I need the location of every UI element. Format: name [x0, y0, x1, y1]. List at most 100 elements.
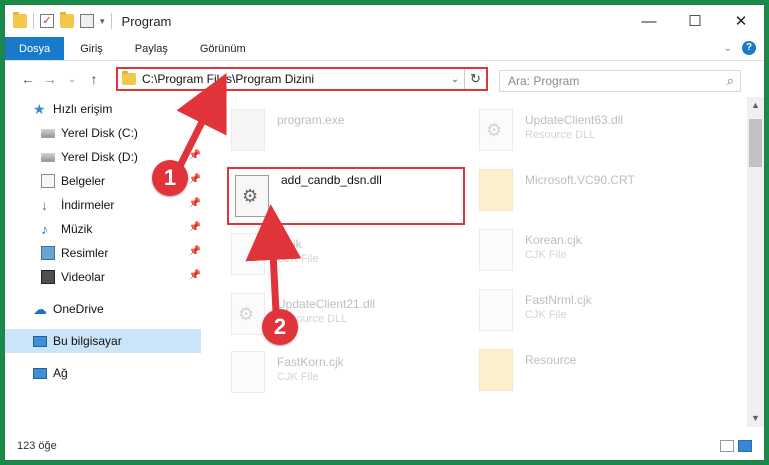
file-type: CJK File [525, 309, 567, 321]
file-name: FastNrml.cjk [525, 293, 592, 307]
tab-home[interactable]: Giriş [64, 37, 119, 60]
view-options-icon[interactable] [80, 14, 94, 28]
sidebar-item-label: Belgeler [61, 174, 106, 188]
sidebar-item-music[interactable]: ♪ Müzik 📌 [5, 217, 201, 241]
view-switcher [720, 440, 752, 452]
search-icon[interactable]: ⌕ [727, 73, 734, 89]
search-input[interactable]: Ara: Program ⌕ [499, 70, 741, 92]
address-dropdown-icon[interactable]: ⌄ [446, 74, 464, 85]
file-item[interactable]: d.cjk CJK File [231, 227, 471, 287]
file-name: UpdateClient21.dll [277, 297, 376, 311]
file-icon [231, 233, 265, 275]
file-item[interactable]: Korean.cjk CJK File [479, 223, 719, 283]
address-path[interactable]: C:\Program Files\Program Dizini [142, 72, 446, 86]
up-arrow-icon[interactable]: ↑ [83, 71, 105, 87]
tab-view[interactable]: Görünüm [184, 37, 262, 60]
step-1-badge: 1 [152, 160, 188, 196]
vertical-scrollbar[interactable]: ▲ ▼ [747, 97, 764, 427]
file-item[interactable]: program.exe [231, 103, 471, 163]
file-name: Microsoft.VC90.CRT [525, 173, 635, 187]
sidebar-item-pictures[interactable]: Resimler 📌 [5, 241, 201, 265]
refresh-icon[interactable]: ↻ [464, 69, 486, 89]
scroll-down-icon[interactable]: ▼ [747, 410, 764, 427]
sidebar-item-onedrive[interactable]: ☁ OneDrive [5, 297, 201, 321]
large-icons-view-icon[interactable] [738, 440, 752, 452]
tab-file[interactable]: Dosya [5, 37, 65, 60]
file-name: add_candb_dsn.dll [281, 173, 382, 187]
navigation-bar: ← → ⌄ ↑ C:\Program Files\Program Dizini … [5, 61, 764, 97]
pin-icon: 📌 [188, 270, 201, 281]
sidebar-item-videos[interactable]: Videolar 📌 [5, 265, 201, 289]
close-button[interactable]: ✕ [718, 5, 764, 37]
toolbar-divider [33, 13, 34, 29]
file-icon [479, 289, 513, 331]
maximize-button[interactable]: ☐ [672, 5, 718, 37]
minimize-button[interactable]: — [626, 5, 672, 37]
folder-icon [479, 169, 513, 211]
sidebar-item-label: Bu bilgisayar [53, 334, 122, 348]
drive-icon [41, 128, 55, 138]
sidebar-item-local-disk-c[interactable]: Yerel Disk (C:) [5, 121, 201, 145]
pin-icon: 📌 [188, 222, 201, 233]
expand-ribbon-icon[interactable]: ⌄ [724, 43, 732, 54]
scroll-thumb[interactable] [749, 119, 762, 167]
properties-checkmark-icon[interactable]: ✓ [40, 14, 54, 28]
window-controls: — ☐ ✕ [626, 5, 764, 37]
network-icon [33, 367, 47, 379]
file-name: Korean.cjk [525, 233, 582, 247]
recent-locations-icon[interactable]: ⌄ [61, 74, 83, 85]
file-type: CJK File [277, 371, 319, 383]
file-name: program.exe [277, 113, 345, 127]
navigation-pane: ★ Hızlı erişim Yerel Disk (C:) Yerel Dis… [5, 97, 201, 427]
folder-item[interactable]: Resource [479, 343, 719, 403]
sidebar-item-label: Yerel Disk (D:) [61, 150, 138, 164]
file-name: d.cjk [277, 237, 302, 251]
details-view-icon[interactable] [720, 440, 734, 452]
file-type: CJK File [277, 253, 319, 265]
document-icon [41, 174, 55, 188]
window-title: Program [121, 13, 172, 29]
customize-toolbar-icon[interactable]: ▾ [100, 16, 105, 27]
file-item[interactable]: FastNrml.cjk CJK File [479, 283, 719, 343]
exe-file-icon [231, 109, 265, 151]
music-icon: ♪ [41, 221, 48, 237]
file-item[interactable]: FastKorn.cjk CJK File [231, 345, 471, 405]
download-icon: ↓ [41, 197, 48, 213]
pin-icon: 📌 [188, 246, 201, 257]
file-item[interactable]: UpdateClient63.dll Resource DLL [479, 103, 719, 163]
forward-arrow-icon[interactable]: → [39, 71, 61, 87]
file-name: Resource [525, 353, 577, 367]
ribbon-tabs: Dosya Giriş Paylaş Görünüm ⌄ ? [5, 37, 764, 61]
sidebar-item-this-pc[interactable]: Bu bilgisayar [5, 329, 201, 353]
sidebar-item-label: Hızlı erişim [53, 102, 113, 116]
pin-icon: 📌 [188, 150, 201, 161]
tab-share[interactable]: Paylaş [119, 37, 184, 60]
folder-icon [13, 12, 27, 28]
file-item-highlighted[interactable]: add_candb_dsn.dll [227, 167, 465, 225]
help-icon[interactable]: ? [742, 41, 756, 55]
video-icon [41, 270, 55, 284]
folder-item[interactable]: Microsoft.VC90.CRT [479, 163, 719, 223]
computer-icon [33, 335, 47, 347]
file-type: CJK File [525, 249, 567, 261]
sidebar-item-label: OneDrive [53, 302, 104, 316]
folder-icon [479, 349, 513, 391]
title-bar: ✓ ▾ Program — ☐ ✕ [5, 5, 764, 37]
pictures-icon [41, 246, 55, 260]
sidebar-item-label: Müzik [61, 222, 93, 236]
sidebar-item-downloads[interactable]: ↓ İndirmeler 📌 [5, 193, 201, 217]
sidebar-item-network[interactable]: Ağ [5, 361, 201, 385]
file-list: program.exe add_candb_dsn.dll d.cjk CJK … [209, 97, 735, 427]
sidebar-item-quick-access[interactable]: ★ Hızlı erişim [5, 97, 201, 121]
step-2-badge: 2 [262, 309, 298, 345]
address-bar[interactable]: C:\Program Files\Program Dizini ⌄ ↻ [116, 67, 488, 91]
file-type: Resource DLL [525, 129, 596, 141]
sidebar-item-label: İndirmeler [61, 198, 115, 212]
sidebar-item-label: Yerel Disk (C:) [61, 126, 138, 140]
dll-gear-icon [479, 109, 513, 151]
scroll-up-icon[interactable]: ▲ [747, 97, 764, 114]
pin-icon: 📌 [188, 198, 201, 209]
sidebar-item-label: Videolar [61, 270, 105, 284]
back-arrow-icon[interactable]: ← [17, 71, 39, 87]
new-folder-icon[interactable] [60, 12, 74, 28]
